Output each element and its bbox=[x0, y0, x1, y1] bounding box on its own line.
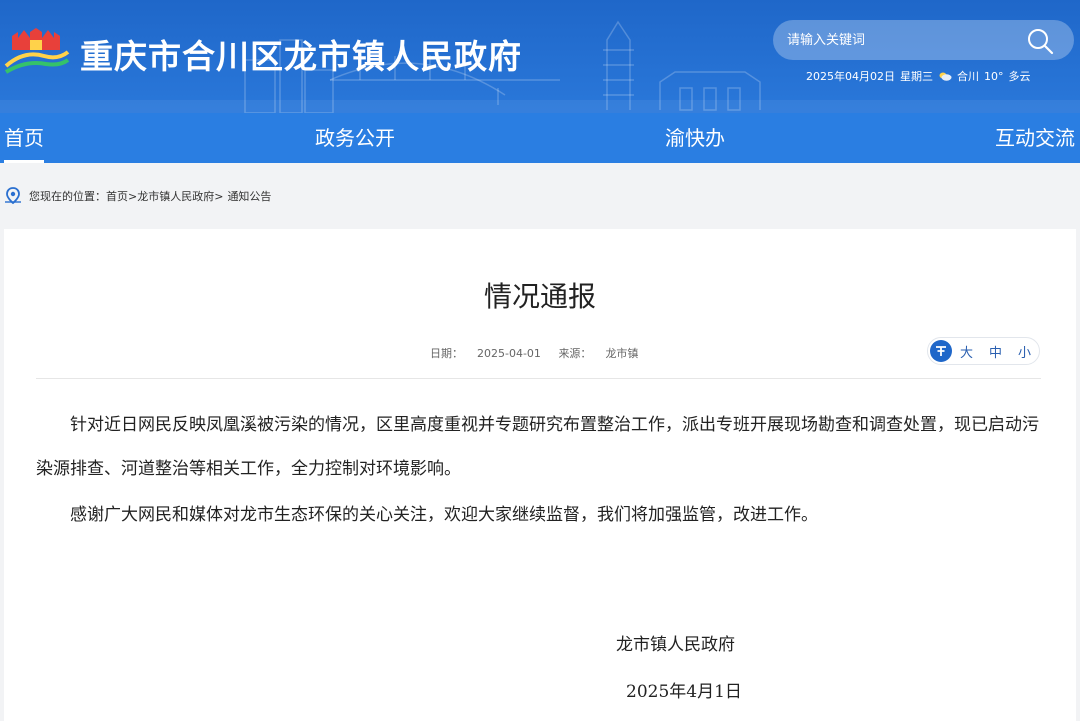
main-nav: 首页 政务公开 渝快办 互动交流 bbox=[0, 113, 1080, 163]
article-title: 情况通报 bbox=[483, 280, 596, 313]
article-paragraph-1: 针对近日网民反映凤凰溪被污染的情况，区里高度重视并专题研究布置整治工作，派出专班… bbox=[36, 415, 1039, 479]
location-pin-icon bbox=[5, 187, 21, 205]
site-title: 重庆市合川区龙市镇人民政府 bbox=[80, 37, 522, 76]
breadcrumb-separator: > bbox=[128, 189, 138, 203]
nav-item-yukuaiban[interactable]: 渝快办 bbox=[665, 113, 725, 163]
current-date: 2025年04月02日 bbox=[806, 70, 895, 83]
cloudy-weather-icon bbox=[939, 72, 952, 81]
current-weekday: 星期三 bbox=[900, 70, 933, 83]
font-size-switcher: 大 中 小 bbox=[927, 337, 1040, 365]
article-source: 龙市镇 bbox=[605, 347, 639, 360]
date-weather-bar: 2025年04月02日 星期三 合川 10° 多云 bbox=[806, 68, 1031, 84]
signature-date: 2025年4月1日 bbox=[626, 682, 742, 702]
weather-location: 合川 bbox=[957, 70, 979, 83]
date-label: 日期： bbox=[430, 347, 463, 360]
source-label: 来源： bbox=[558, 347, 592, 360]
signature-organization: 龙市镇人民政府 bbox=[616, 635, 735, 655]
font-size-large-button[interactable]: 大 bbox=[960, 342, 973, 361]
breadcrumb-link-home[interactable]: 首页 bbox=[106, 188, 128, 204]
site-header: 重庆市合川区龙市镇人民政府 2025年04月02日 星期三 合川 10° 多云 bbox=[0, 0, 1080, 113]
search-icon[interactable] bbox=[1025, 27, 1055, 55]
breadcrumb-separator: > bbox=[214, 189, 224, 203]
breadcrumb-link-notices[interactable]: 通知公告 bbox=[227, 188, 271, 204]
font-size-medium-button[interactable]: 中 bbox=[989, 342, 1002, 361]
breadcrumb-prefix: 您现在的位置： bbox=[29, 190, 106, 203]
nav-item-gov-affairs[interactable]: 政务公开 bbox=[315, 113, 395, 163]
article-date: 2025-04-01 bbox=[477, 347, 541, 360]
article-paragraph-2: 感谢广大网民和媒体对龙市生态环保的关心关注，欢迎大家继续监督，我们将加强监管，改… bbox=[70, 505, 818, 525]
text-size-icon bbox=[930, 340, 952, 362]
article-meta: 日期： 2025-04-01 来源： 龙市镇 bbox=[430, 345, 638, 361]
breadcrumb-link-government[interactable]: 龙市镇人民政府 bbox=[137, 188, 214, 204]
site-logo bbox=[4, 28, 70, 74]
nav-item-home[interactable]: 首页 bbox=[4, 113, 44, 163]
breadcrumb: 您现在的位置： 首页 > 龙市镇人民政府 > 通知公告 bbox=[4, 186, 271, 206]
weather-condition: 多云 bbox=[1008, 70, 1031, 83]
weather-temperature: 10° bbox=[984, 69, 1004, 83]
nav-item-interaction[interactable]: 互动交流 bbox=[995, 113, 1075, 163]
title-divider bbox=[36, 378, 1041, 379]
font-size-small-button[interactable]: 小 bbox=[1018, 342, 1031, 361]
article-panel: 情况通报 日期： 2025-04-01 来源： 龙市镇 大 中 小 针对近日网民反映… bbox=[4, 229, 1076, 721]
